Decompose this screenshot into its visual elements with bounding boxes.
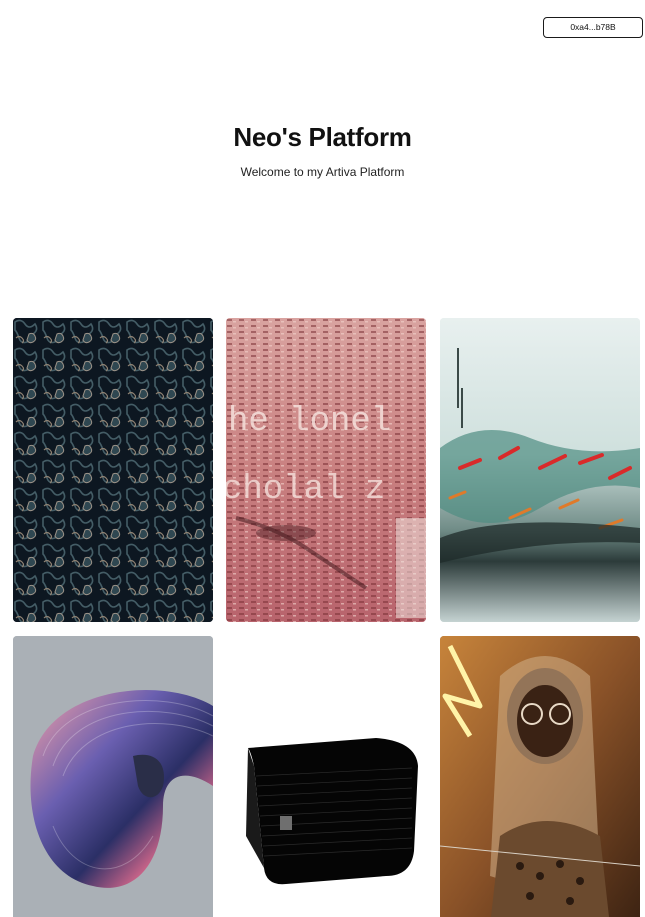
- artwork-image-2: he lonel cholal z: [226, 318, 426, 622]
- artwork-image-6: [440, 636, 640, 917]
- page-title: Neo's Platform: [233, 122, 412, 152]
- artwork-card-2[interactable]: he lonel cholal z: [226, 318, 426, 622]
- artwork-card-6[interactable]: [440, 636, 640, 917]
- artwork-image-1: [13, 318, 213, 622]
- wallet-address-button[interactable]: 0xa4...b78B: [543, 17, 643, 38]
- artwork-2-text-line1: he lonel: [228, 403, 391, 441]
- artwork-2-text-line2: cholal z: [226, 471, 385, 509]
- artwork-card-5[interactable]: [226, 636, 426, 917]
- artwork-image-3: [440, 318, 640, 622]
- page-subtitle: Welcome to my Artiva Platform: [240, 165, 405, 179]
- artwork-card-3[interactable]: [440, 318, 640, 622]
- artwork-image-5: [226, 636, 426, 917]
- artwork-card-4[interactable]: [13, 636, 213, 917]
- hero-section: Neo's Platform Welcome to my Artiva Plat…: [0, 118, 645, 180]
- page: 0xa4...b78B Neo's Platform Welcome to my…: [0, 0, 645, 917]
- artwork-image-4: [13, 636, 213, 917]
- artwork-card-1[interactable]: [13, 318, 213, 622]
